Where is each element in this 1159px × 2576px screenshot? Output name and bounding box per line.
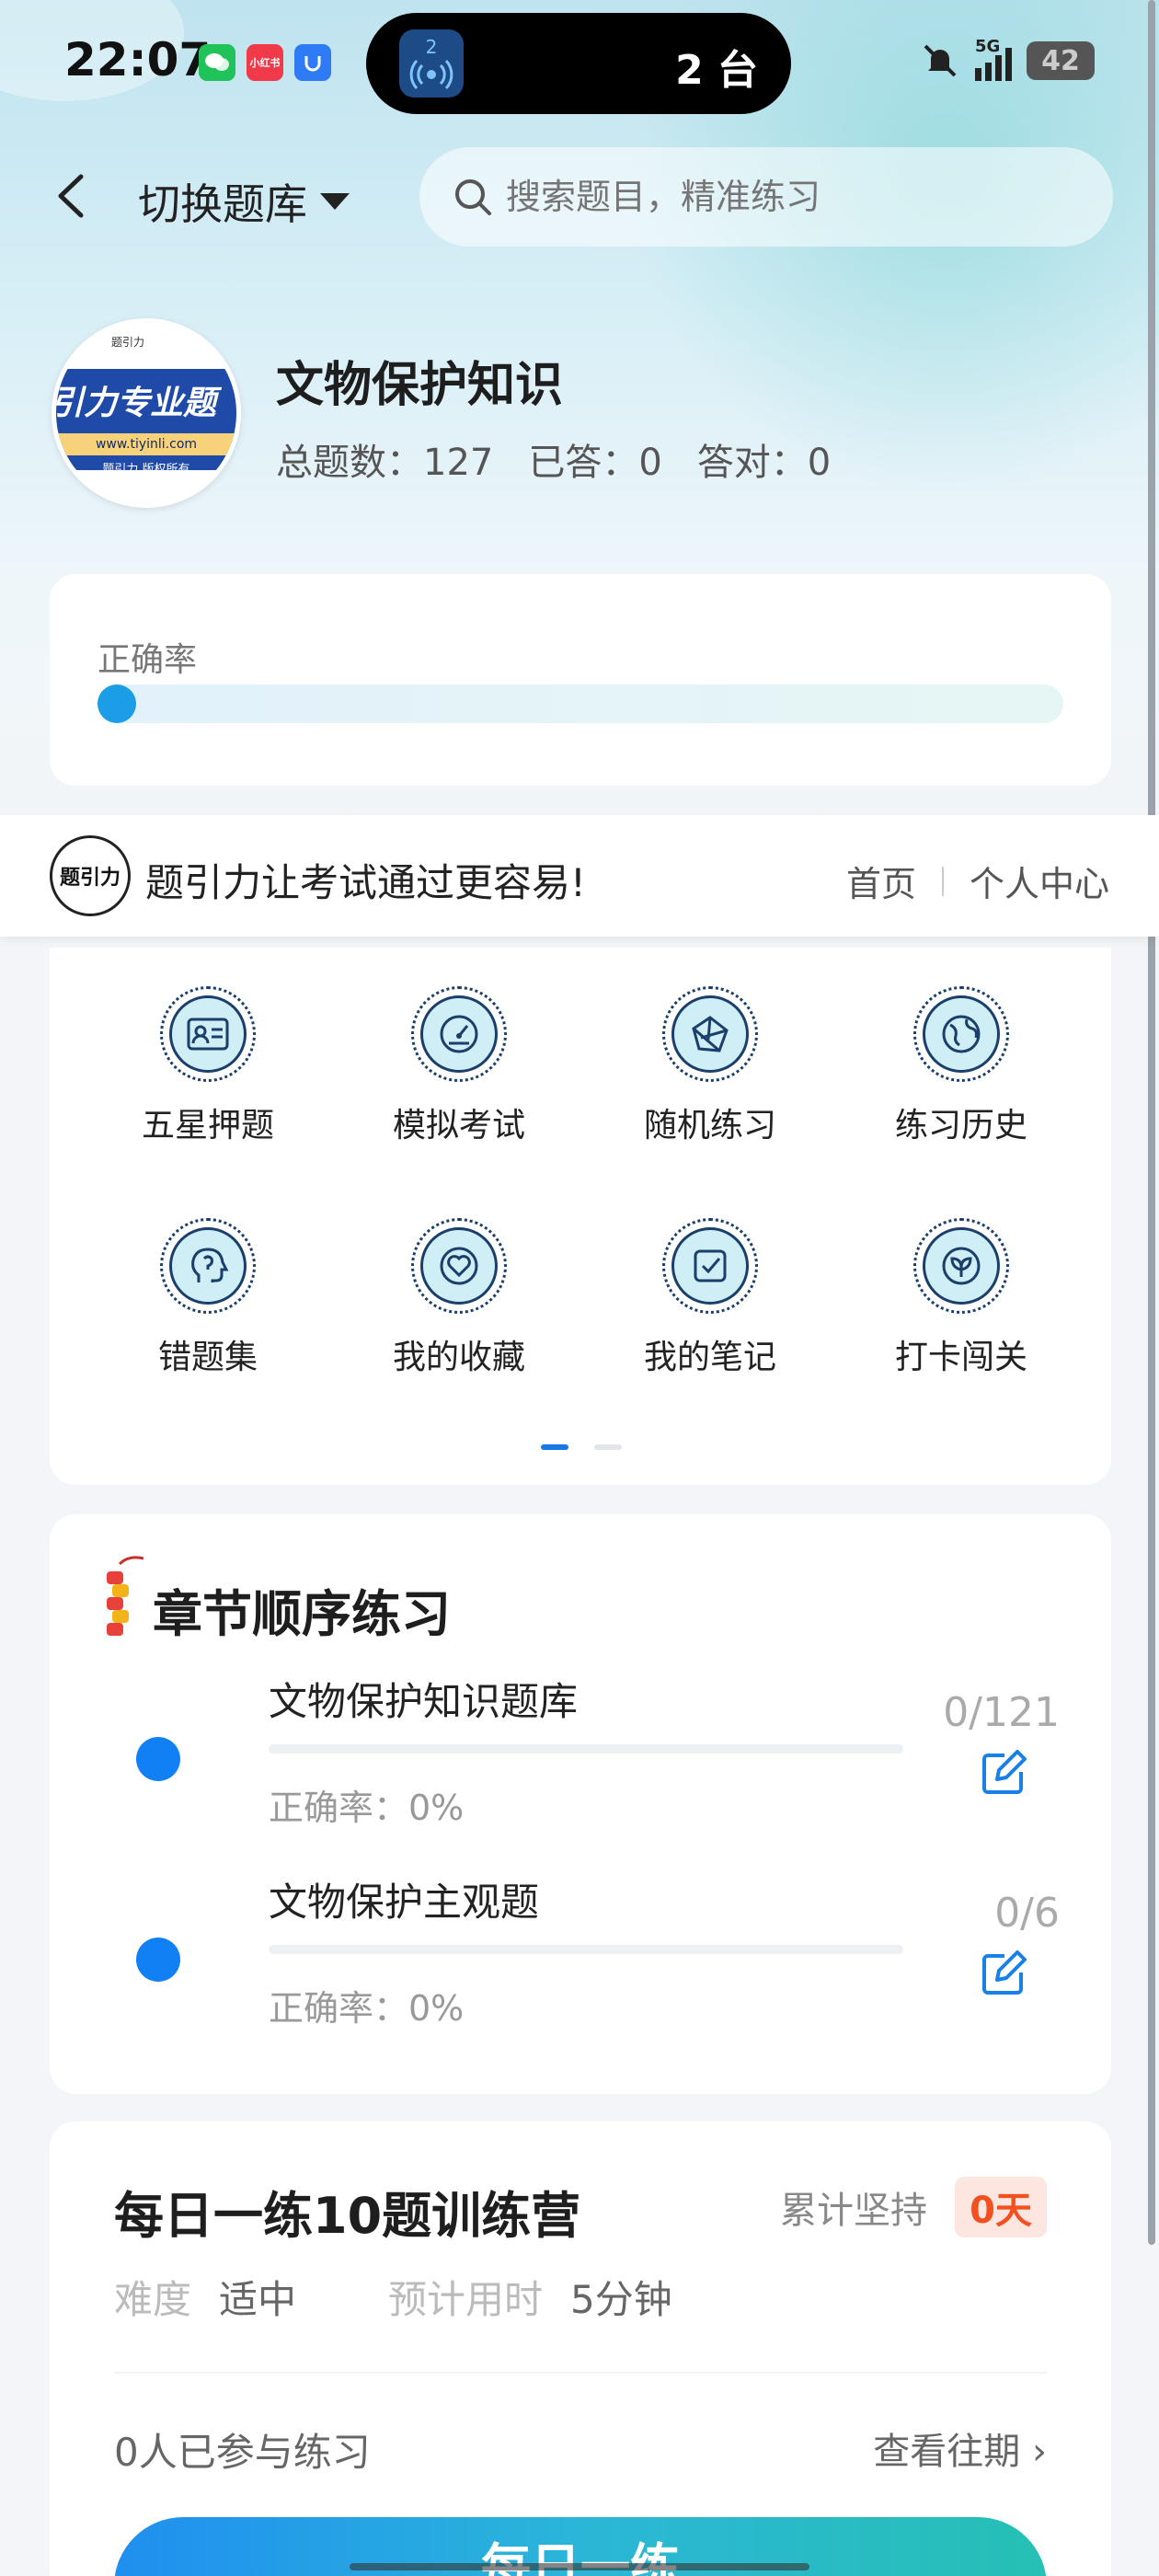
- caret-down-icon: [320, 193, 350, 210]
- accuracy-progress-bar: [98, 684, 1063, 723]
- chapter-section-title: 章节顺序练习: [153, 1585, 451, 1643]
- head-icon: [169, 1227, 247, 1305]
- broadcast-icon: 2: [399, 29, 464, 98]
- feature-notes[interactable]: 我的笔记: [600, 1218, 820, 1378]
- home-indicator[interactable]: [350, 2563, 809, 2570]
- feature-random-practice[interactable]: 随机练习: [600, 986, 820, 1146]
- search-input[interactable]: [506, 177, 1058, 217]
- chapter-item[interactable]: 文物保护知识题库 正确率：0% 0/121: [50, 1656, 1111, 1840]
- time-label: 预计用时: [388, 2277, 544, 2322]
- check-note-icon: [671, 1227, 749, 1305]
- answered-count: 已答：0: [528, 442, 662, 484]
- time-value: 5分钟: [570, 2277, 672, 2322]
- difficulty-label: 难度: [114, 2277, 192, 2322]
- globe-icon: [923, 995, 1000, 1073]
- search-icon: [455, 179, 491, 215]
- correct-count: 答对：0: [696, 442, 832, 484]
- daily-meta: 难度 适中 预计用时 5分钟: [114, 2269, 672, 2325]
- chapter-practice-card: 章节顺序练习 文物保护知识题库 正确率：0% 0/121 文物保护主观题 正确率…: [50, 1514, 1111, 2094]
- feature-check-in[interactable]: 打卡闯关: [851, 1218, 1072, 1378]
- pill-text: 2 台: [675, 47, 758, 94]
- feature-five-star[interactable]: 五星押题: [98, 986, 318, 1146]
- promo-slogan: 题引力让考试通过更容易!: [145, 860, 586, 905]
- chapter-dot: [136, 1737, 180, 1781]
- firecracker-icon: [99, 1551, 145, 1643]
- xiaohongshu-icon: 小红书: [247, 44, 283, 81]
- streak-label: 累计坚持: [780, 2190, 927, 2232]
- scrollbar[interactable]: [1148, 0, 1155, 2245]
- chapter-accuracy: 正确率：0%: [269, 1788, 465, 1828]
- switch-bank-label: 切换题库: [138, 179, 307, 229]
- chapter-progress-bar: [269, 1945, 903, 1954]
- home-link[interactable]: 首页: [846, 856, 916, 906]
- total-count: 总题数：127: [276, 442, 494, 484]
- feature-mock-exam[interactable]: 模拟考试: [349, 986, 569, 1146]
- feature-practice-history[interactable]: 练习历史: [851, 986, 1072, 1146]
- history-link[interactable]: 查看往期 ›: [873, 2421, 1047, 2475]
- chapter-dot: [136, 1938, 180, 1982]
- accuracy-progress-dot: [98, 684, 136, 723]
- bank-logo: 题引力 引力专业题 www.tiyinli.com 题引力 版权所有: [52, 318, 241, 508]
- feature-grid: 五星押题 模拟考试 随机练习 练习历史 错题集 我的收藏 我的笔记 打卡闯关: [50, 948, 1111, 1485]
- participants-count: 0人已参与练习: [114, 2430, 371, 2475]
- bank-title: 文物保护知识: [276, 358, 564, 413]
- divider: [114, 2372, 1047, 2374]
- dynamic-island[interactable]: 2 2 台: [366, 13, 791, 114]
- mute-bell-icon: [924, 44, 957, 77]
- chapter-count: 0/121: [943, 1689, 1060, 1736]
- difficulty-value: 适中: [219, 2277, 297, 2322]
- app-blue-icon: [294, 44, 331, 81]
- status-icons: 5G 42: [920, 37, 1095, 81]
- gauge-icon: [420, 995, 498, 1073]
- tiyinli-logo: 题引力: [50, 835, 131, 916]
- bank-stats: 总题数：127 已答：0 答对：0: [276, 432, 831, 486]
- battery-icon: 42: [1027, 41, 1095, 80]
- page-indicator[interactable]: [541, 1444, 622, 1450]
- feature-wrong-questions[interactable]: 错题集: [98, 1218, 318, 1378]
- chapter-name: 文物保护主观题: [269, 1880, 540, 1925]
- accuracy-label: 正确率: [98, 641, 198, 679]
- promo-links: 首页 个人中心: [846, 856, 1109, 906]
- page-dot[interactable]: [594, 1444, 622, 1450]
- promo-bar: 题引力 题引力让考试通过更容易! 首页 个人中心: [0, 815, 1159, 937]
- feature-favorites[interactable]: 我的收藏: [349, 1218, 569, 1378]
- page-dot-active[interactable]: [541, 1444, 568, 1450]
- daily-practice-card: 每日一练10题训练营 累计坚持 0天 难度 适中 预计用时 5分钟 0人已参与练…: [50, 2122, 1111, 2576]
- status-bar: 22:07 小红书 2 2 台 5G 42: [0, 0, 1159, 129]
- chapter-count: 0/6: [994, 1890, 1060, 1937]
- divider: [941, 866, 944, 896]
- back-button[interactable]: [53, 164, 90, 228]
- id-card-icon: [169, 995, 247, 1073]
- chapter-accuracy: 正确率：0%: [269, 1988, 465, 2029]
- daily-title: 每日一练10题训练营: [114, 2187, 581, 2245]
- streak-badge: 0天: [955, 2177, 1047, 2237]
- shuffle-icon: [671, 995, 749, 1073]
- edit-icon[interactable]: [977, 1748, 1028, 1800]
- chapter-item[interactable]: 文物保护主观题 正确率：0% 0/6: [50, 1857, 1111, 2041]
- signal-icon: 5G: [975, 37, 1012, 81]
- wechat-icon: [199, 44, 235, 81]
- leaf-icon: [923, 1227, 1000, 1305]
- chapter-progress-bar: [269, 1744, 903, 1754]
- accuracy-card: 正确率: [50, 574, 1111, 786]
- search-bar[interactable]: [419, 147, 1113, 247]
- chapter-name: 文物保护知识题库: [269, 1679, 579, 1724]
- heart-icon: [420, 1227, 498, 1305]
- switch-bank-dropdown[interactable]: 切换题库: [138, 171, 350, 232]
- profile-link[interactable]: 个人中心: [970, 856, 1109, 906]
- status-time: 22:07: [64, 33, 212, 86]
- edit-icon[interactable]: [977, 1949, 1028, 2000]
